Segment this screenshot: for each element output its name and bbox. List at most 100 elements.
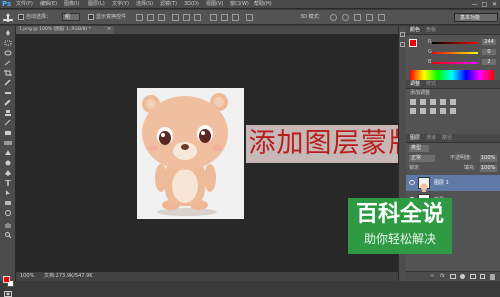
3d-slide-icon[interactable] [366,14,373,21]
blue-slider[interactable]: B 2 [428,59,496,66]
tab-styles[interactable]: 样式 [426,82,436,87]
lasso-tool-icon[interactable] [4,50,12,56]
menu-3d[interactable]: 3D(D) [184,2,199,7]
menu-edit[interactable]: 编辑(E) [40,2,57,7]
exposure-icon[interactable] [440,99,446,105]
healing-brush-tool-icon[interactable] [4,90,12,96]
document-canvas[interactable] [137,88,244,219]
curves-icon[interactable] [430,99,436,105]
distribute-bottom-icon[interactable] [232,14,239,21]
document-tab-close-icon[interactable]: × [107,27,111,32]
3d-scale-icon[interactable] [378,14,385,21]
tab-adjustments[interactable]: 调整 [410,82,420,87]
foreground-color-swatch[interactable] [3,276,10,283]
layer-name[interactable]: 图层 1 [434,181,449,186]
tab-layers[interactable]: 图层 [410,136,420,141]
dodge-tool-icon[interactable] [4,160,12,166]
distribute-left-icon[interactable] [246,14,253,21]
menu-window[interactable]: 窗口(W) [230,2,249,7]
menu-layer[interactable]: 图层(L) [88,2,105,7]
maximize-button[interactable]: □ [480,1,489,8]
tab-channels[interactable]: 通道 [426,136,436,141]
align-bottom-icon[interactable] [158,14,165,21]
green-slider[interactable]: G 0 [428,49,496,56]
gradient-tool-icon[interactable] [4,140,12,146]
type-tool-icon[interactable] [4,180,12,186]
close-button[interactable]: ✕ [490,1,499,8]
adjustment-layer-icon[interactable] [460,274,465,279]
brush-tool-icon[interactable] [4,100,12,106]
color-balance-icon[interactable] [420,108,426,114]
align-hcenter-icon[interactable] [183,14,190,21]
align-vcenter-icon[interactable] [147,14,154,21]
blue-value[interactable]: 2 [482,59,496,65]
menu-view[interactable]: 视图(V) [206,2,223,7]
green-value[interactable]: 0 [482,49,496,55]
color-panel-fg-swatch[interactable] [409,39,417,47]
move-tool-icon[interactable] [3,13,13,22]
zoom-tool-icon[interactable] [4,232,12,238]
opacity-input[interactable]: 100% [480,155,497,162]
visibility-eye-icon[interactable] [409,180,415,185]
new-layer-icon[interactable] [480,274,485,279]
layer-filter-dropdown[interactable]: 类型 [409,145,429,152]
add-mask-icon[interactable] [450,274,456,279]
move-tool-icon[interactable] [4,30,12,36]
tab-color[interactable]: 颜色 [410,28,420,33]
path-select-tool-icon[interactable] [4,190,12,196]
fill-input[interactable]: 100% [480,165,497,172]
red-value[interactable]: 244 [482,39,496,45]
vibrance-icon[interactable] [450,99,456,105]
menu-select[interactable]: 选择(S) [136,2,153,7]
new-group-icon[interactable] [470,274,476,279]
document-tab[interactable]: 1.png @ 100% (图层 1, RGB/8) * × [16,26,114,34]
distribute-top-icon[interactable] [210,14,217,21]
minimize-button[interactable]: — [470,1,479,8]
show-transform-checkbox[interactable] [88,14,94,20]
marquee-tool-icon[interactable] [4,40,12,46]
black-white-icon[interactable] [430,108,436,114]
clone-stamp-tool-icon[interactable] [4,110,12,116]
3d-tool-icon[interactable] [4,210,12,216]
fx-icon[interactable]: fx [440,274,445,279]
link-layers-icon[interactable]: ∞ [430,274,434,279]
blur-tool-icon[interactable] [4,150,12,156]
auto-select-checkbox[interactable] [18,14,24,20]
align-right-icon[interactable] [194,14,201,21]
levels-icon[interactable] [420,99,426,105]
blend-mode-dropdown[interactable]: 正常 [409,155,435,162]
green-track[interactable] [432,52,478,54]
layer-row[interactable]: 图层 1 [406,175,500,193]
align-left-icon[interactable] [172,14,179,21]
auto-select-dropdown[interactable]: 组 [62,13,80,21]
shape-tool-icon[interactable] [4,200,12,206]
channel-mixer-icon[interactable] [450,108,456,114]
eraser-tool-icon[interactable] [4,130,12,136]
quick-mask-icon[interactable] [4,291,12,297]
brightness-icon[interactable] [410,99,416,105]
menu-filter[interactable]: 滤镜(T) [160,2,177,7]
color-spectrum-bar[interactable] [410,70,494,80]
menu-type[interactable]: 文字(Y) [112,2,129,7]
history-brush-tool-icon[interactable] [4,120,12,126]
menu-file[interactable]: 文件(F) [16,2,33,7]
tab-swatches[interactable]: 色板 [426,28,436,33]
blue-track[interactable] [432,62,478,64]
photo-filter-icon[interactable] [440,108,446,114]
hue-saturation-icon[interactable] [410,108,416,114]
workspace-dropdown[interactable]: 基本功能 [454,13,498,22]
red-slider[interactable]: R 244 [428,39,496,46]
history-panel-icon[interactable] [400,32,405,37]
pen-tool-icon[interactable] [4,170,12,176]
align-top-icon[interactable] [136,14,143,21]
3d-roll-icon[interactable] [342,14,349,21]
3d-pan-icon[interactable] [354,14,361,21]
3d-rotate-icon[interactable] [330,14,337,21]
distribute-vcenter-icon[interactable] [221,14,228,21]
eyedropper-tool-icon[interactable] [4,80,12,86]
properties-panel-icon[interactable] [400,42,405,47]
crop-tool-icon[interactable] [4,70,12,76]
quick-select-tool-icon[interactable] [4,60,12,66]
zoom-level[interactable]: 100% [20,274,34,279]
delete-layer-icon[interactable] [490,274,495,280]
